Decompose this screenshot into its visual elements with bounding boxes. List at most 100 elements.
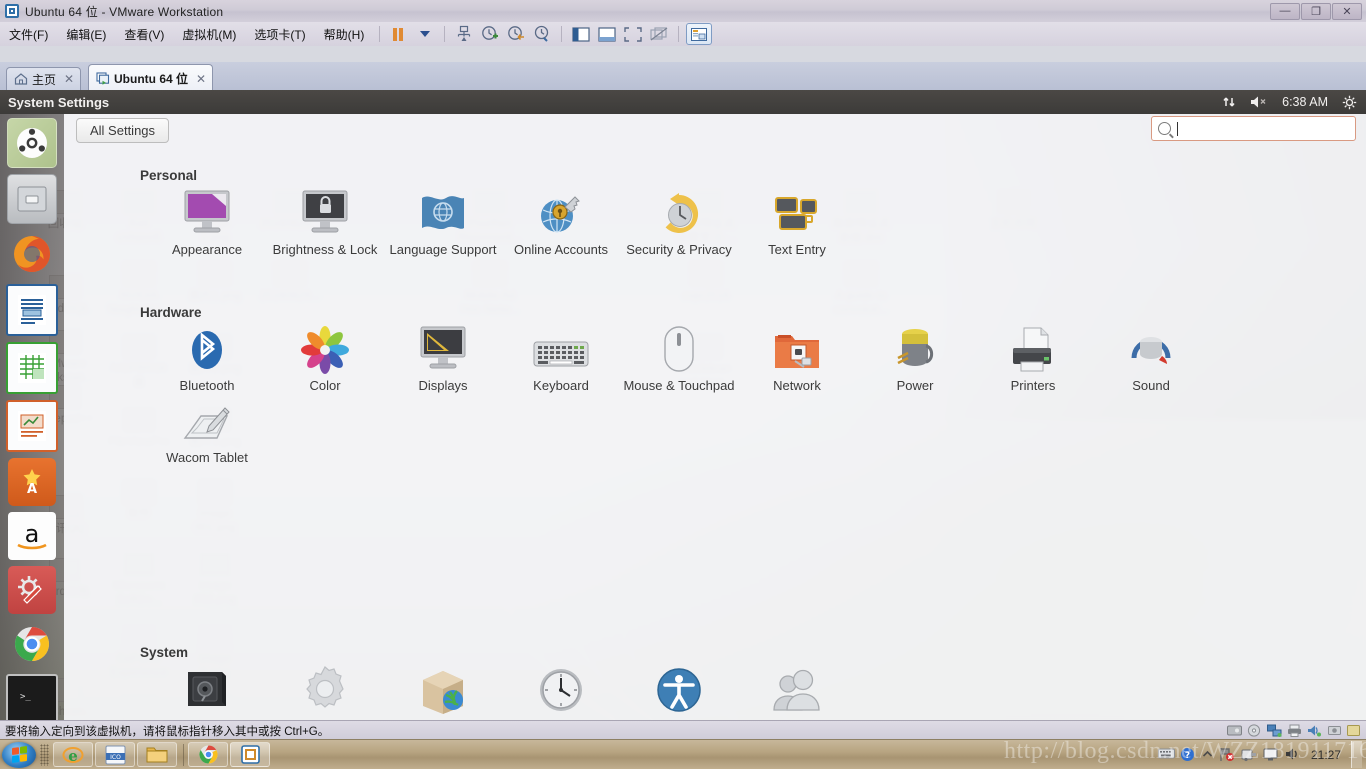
close-button[interactable]: ✕ (1332, 2, 1362, 20)
volume-muted-icon[interactable] (1250, 95, 1268, 109)
menu-tabs[interactable]: 选项卡(T) (245, 24, 314, 45)
manage-snapshots-icon[interactable] (530, 24, 554, 44)
settings-item-online-accounts[interactable]: Online Accounts (502, 186, 620, 258)
menu-edit[interactable]: 编辑(E) (57, 24, 115, 45)
settings-item-mouse-touchpad[interactable]: Mouse & Touchpad (620, 322, 738, 394)
network-updown-icon[interactable] (1222, 95, 1236, 109)
section-title-personal: Personal (140, 168, 198, 183)
display-tray-icon[interactable] (1263, 747, 1279, 762)
launcher-chrome[interactable] (8, 620, 56, 668)
menu-view[interactable]: 查看(V) (115, 24, 173, 45)
section-grid-hardware: Bluetooth Color Displays Keyboard Mouse … (148, 322, 1288, 465)
settings-item-keyboard[interactable]: Keyboard (502, 322, 620, 394)
all-settings-button[interactable]: All Settings (76, 118, 170, 143)
cd-dvd-icon[interactable] (1247, 724, 1262, 737)
vmware-tabstrip: 主页 ✕ Ubuntu 64 位 ✕ (0, 62, 1366, 92)
start-button[interactable] (2, 741, 36, 768)
unity-mode-icon[interactable] (647, 24, 671, 44)
usb-device-icon[interactable] (1327, 724, 1342, 737)
menu-file[interactable]: 文件(F) (0, 24, 57, 45)
guest-vm-screen[interactable]: Keil uVision5Image 1.png20160829...Pixel… (0, 90, 1366, 720)
settings-item-backups[interactable]: Backups (148, 662, 266, 720)
help-icon[interactable]: ? (1180, 747, 1196, 762)
settings-item-user-accounts[interactable]: User Accounts (738, 662, 856, 720)
launcher-files[interactable] (7, 174, 57, 224)
unity-indicators: 6:38 AM (1222, 95, 1366, 110)
launcher-libreoffice-impress[interactable] (6, 400, 58, 452)
network-adapter-icon[interactable] (1267, 724, 1282, 737)
pause-icon[interactable] (387, 24, 411, 44)
settings-item-software-updates[interactable]: Software & Updates (384, 662, 502, 720)
safely-remove-icon[interactable] (1241, 747, 1257, 762)
quick-launch-grip[interactable] (40, 743, 49, 766)
tab-home[interactable]: 主页 ✕ (6, 67, 82, 90)
keyboard-layout-icon[interactable] (1157, 747, 1175, 762)
settings-item-brightness-lock[interactable]: Brightness & Lock (266, 186, 384, 258)
dropdown-caret-icon[interactable] (413, 24, 437, 44)
menu-help[interactable]: 帮助(H) (315, 24, 374, 45)
show-desktop-button[interactable] (1351, 741, 1362, 768)
take-snapshot-icon[interactable] (478, 24, 502, 44)
revert-snapshot-icon[interactable] (504, 24, 528, 44)
launcher-system-settings[interactable] (8, 566, 56, 614)
hard-disk-icon[interactable] (1227, 724, 1242, 737)
settings-item-universal-access[interactable]: Universal Access (620, 662, 738, 720)
taskbar-chrome[interactable] (188, 742, 228, 767)
settings-item-text-entry[interactable]: Text Entry (738, 186, 856, 258)
settings-item-sound[interactable]: Sound (1092, 322, 1210, 394)
tab-ubuntu-64[interactable]: Ubuntu 64 位 ✕ (88, 64, 214, 92)
tab-ubuntu-close-icon[interactable]: ✕ (196, 72, 206, 86)
vmware-menubar: 文件(F) 编辑(E) 查看(V) 虚拟机(M) 选项卡(T) 帮助(H) (0, 22, 1366, 46)
volume-icon[interactable] (1285, 747, 1301, 762)
section-title-hardware: Hardware (140, 305, 202, 320)
printers-icon (974, 322, 1092, 374)
launcher-firefox[interactable] (8, 230, 56, 278)
launcher-libreoffice-calc[interactable] (6, 342, 58, 394)
clock-indicator[interactable]: 6:38 AM (1282, 95, 1328, 109)
sound-device-icon[interactable] (1307, 724, 1322, 737)
launcher-amazon[interactable]: a (8, 512, 56, 560)
taskbar-clock[interactable]: 21:27 (1311, 748, 1341, 762)
settings-item-wacom-tablet[interactable]: Wacom Tablet (148, 394, 266, 466)
expand-tray-icon[interactable] (1202, 747, 1213, 762)
settings-label-brightness-lock: Brightness & Lock (272, 242, 378, 257)
launcher-libreoffice-writer[interactable] (6, 284, 58, 336)
network-error-icon[interactable] (1219, 747, 1235, 762)
settings-item-printers[interactable]: Printers (974, 322, 1092, 394)
taskbar-internet-explorer[interactable]: e (53, 742, 93, 767)
display-device-icon[interactable] (1347, 724, 1360, 737)
launcher-dash-home[interactable] (7, 118, 57, 168)
settings-item-displays[interactable]: Displays (384, 322, 502, 394)
launcher-ubuntu-software[interactable]: A (8, 458, 56, 506)
restore-button[interactable]: ❐ (1301, 2, 1331, 20)
svg-text:A: A (27, 482, 37, 497)
menu-vm[interactable]: 虚拟机(M) (173, 24, 245, 45)
settings-item-bluetooth[interactable]: Bluetooth (148, 322, 266, 394)
text-entry-icon (738, 186, 856, 238)
taskbar-ico-tool[interactable]: ICO (95, 742, 135, 767)
gear-session-icon[interactable] (1342, 95, 1357, 110)
taskbar-file-explorer[interactable] (137, 742, 177, 767)
settings-item-security-privacy[interactable]: Security & Privacy (620, 186, 738, 258)
settings-item-details[interactable]: Details (266, 662, 384, 720)
tab-home-close-icon[interactable]: ✕ (64, 72, 74, 86)
window-title: Ubuntu 64 位 - VMware Workstation (25, 4, 224, 19)
minimize-button[interactable]: — (1270, 2, 1300, 20)
taskbar-vmware-workstation[interactable] (230, 742, 270, 767)
mouse-touchpad-icon (620, 322, 738, 374)
printer-device-icon[interactable] (1287, 724, 1302, 737)
console-view-icon[interactable] (686, 23, 713, 45)
settings-search-input[interactable] (1151, 116, 1356, 141)
fullscreen-icon[interactable] (621, 24, 645, 44)
settings-item-color[interactable]: Color (266, 322, 384, 394)
settings-item-power[interactable]: Power (856, 322, 974, 394)
launcher-terminal[interactable]: >_ (6, 674, 58, 720)
show-thumbnail-bar-icon[interactable] (595, 24, 619, 44)
settings-item-language-support[interactable]: Language Support (384, 186, 502, 258)
settings-label-sound: Sound (1132, 378, 1170, 393)
settings-item-network[interactable]: Network (738, 322, 856, 394)
settings-item-time-date[interactable]: Time & Date (502, 662, 620, 720)
show-sidebar-icon[interactable] (569, 24, 593, 44)
snapshot-manager-icon[interactable] (452, 24, 476, 44)
settings-item-appearance[interactable]: Appearance (148, 186, 266, 258)
